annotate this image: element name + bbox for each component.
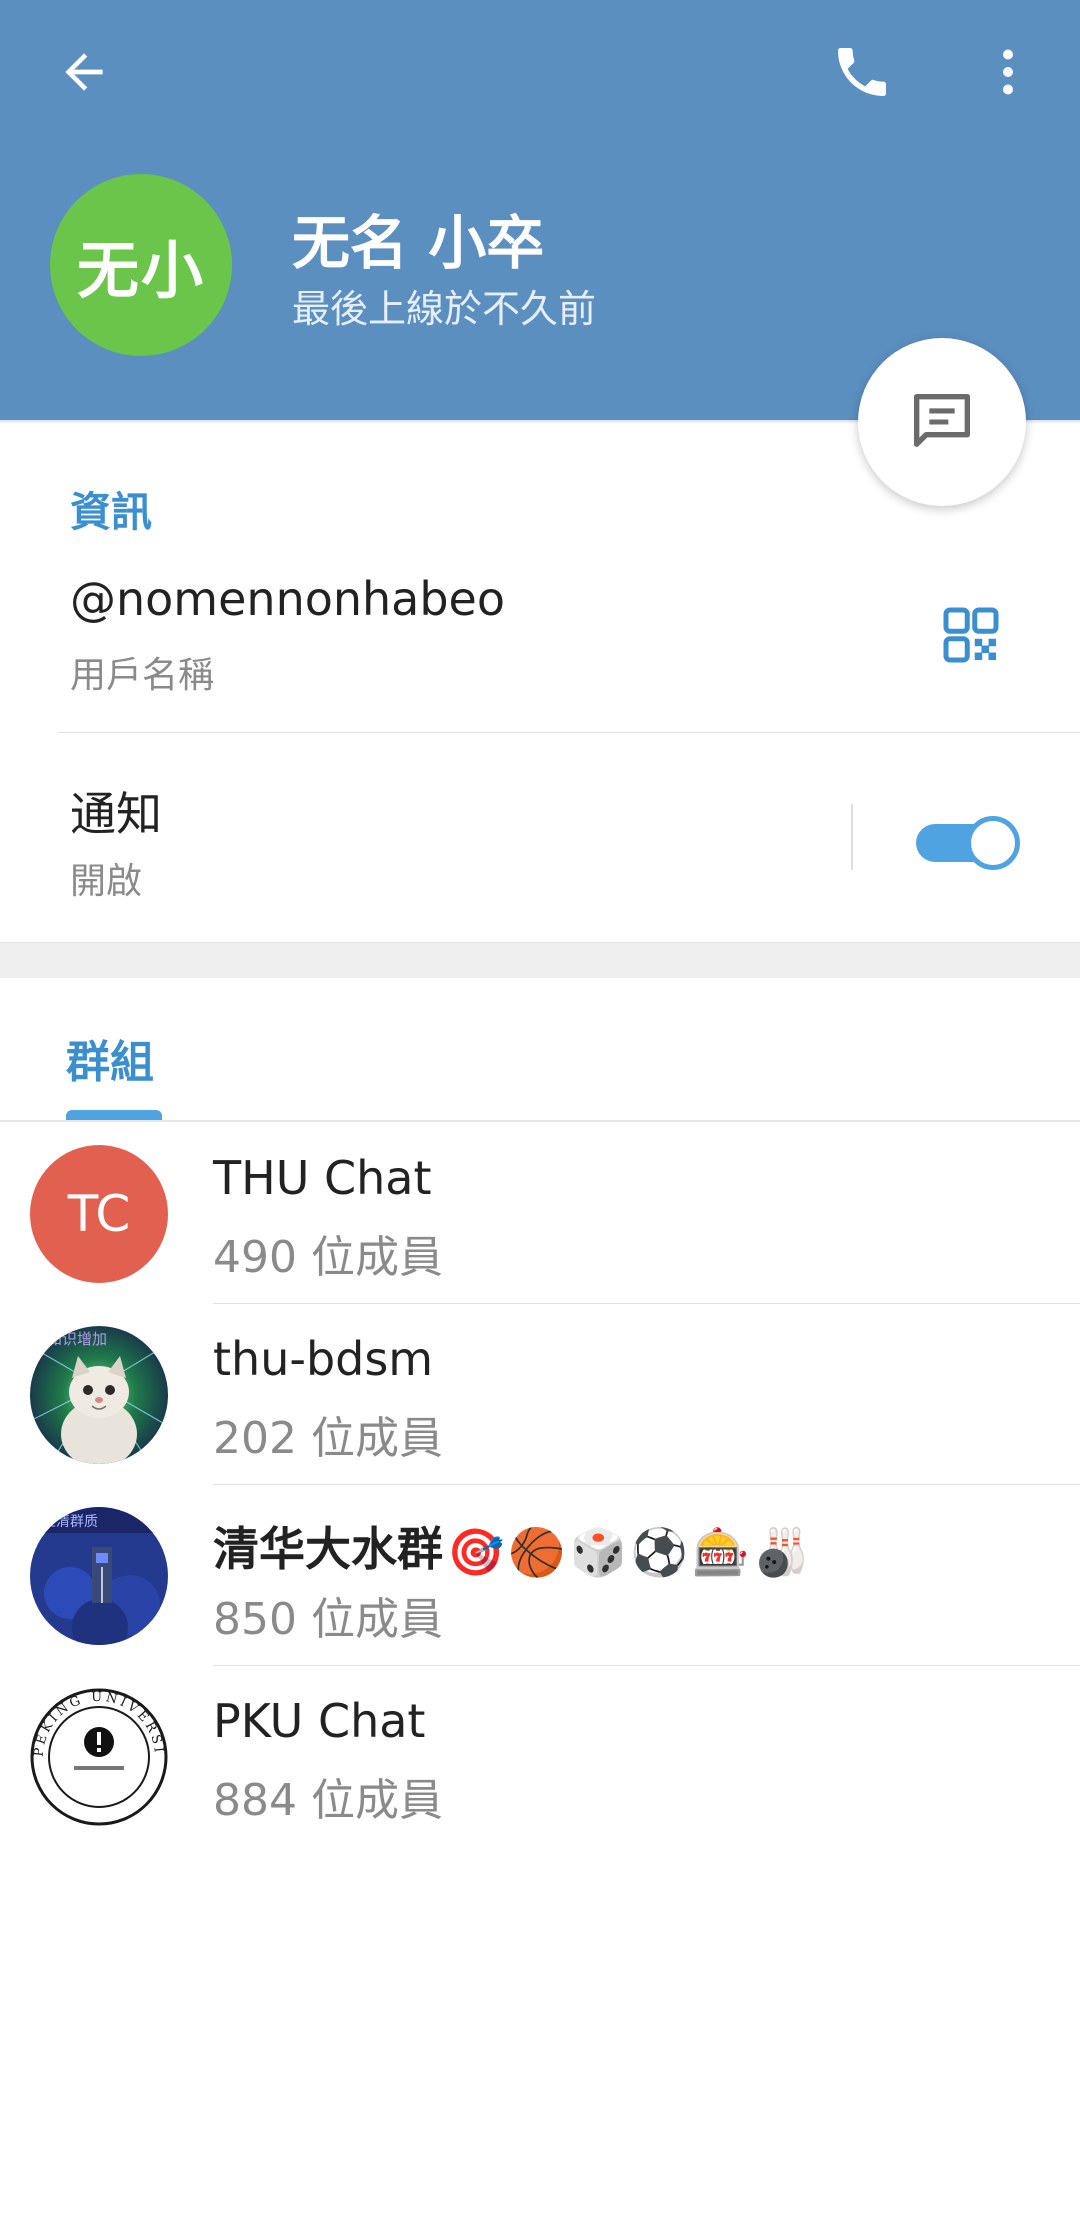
send-message-button[interactable] — [858, 338, 1026, 506]
profile-avatar[interactable]: 无小 — [50, 174, 232, 356]
arrow-left-icon — [65, 53, 103, 91]
dice-emoji-icon: 🎲 — [569, 1525, 627, 1579]
more-vertical-icon — [1003, 49, 1013, 95]
group-name-emojis: 🎯 🏀 🎲 ⚽ 🎰 🎳 — [447, 1525, 811, 1580]
group-item-thu-chat[interactable]: TC THU Chat 490 位成員 — [0, 1123, 1080, 1304]
call-button[interactable] — [812, 22, 912, 122]
back-button[interactable] — [34, 22, 134, 122]
qr-code-icon — [943, 607, 999, 663]
bowling-emoji-icon: 🎳 — [753, 1525, 811, 1579]
group-avatar: TC — [30, 1145, 168, 1283]
basketball-emoji-icon: 🏀 — [508, 1525, 566, 1579]
more-options-button[interactable] — [958, 22, 1058, 122]
notifications-separator — [851, 804, 853, 870]
avatar-overlay-text: 的知识增加 — [32, 1330, 107, 1348]
last-seen-status: 最後上線於不久前 — [292, 287, 597, 331]
group-name-text: 清华大水群 — [213, 1522, 443, 1576]
member-count: 490 位成員 — [213, 1232, 443, 1283]
member-count: 202 位成員 — [213, 1413, 443, 1464]
slot-machine-emoji-icon: 🎰 — [692, 1525, 750, 1579]
tab-groups[interactable]: 群組 — [66, 1026, 154, 1090]
group-avatar: 立清群质 — [30, 1507, 168, 1645]
avatar-overlay-text: 立清群质 — [42, 1514, 98, 1530]
soccer-emoji-icon: ⚽ — [630, 1525, 689, 1579]
username-value[interactable]: @nomennonhabeo — [70, 572, 505, 626]
notifications-state: 開啟 — [70, 861, 143, 902]
group-name: PKU Chat — [213, 1694, 426, 1748]
group-item-pku-chat[interactable]: PEKING UNIVERSITY 1898 PKU Chat 884 位成員 — [0, 1666, 1080, 1847]
phone-icon — [838, 48, 886, 96]
toggle-knob — [966, 816, 1020, 870]
group-name: thu-bdsm — [213, 1332, 434, 1386]
group-avatar: PEKING UNIVERSITY 1898 — [30, 1688, 168, 1826]
group-name: THU Chat — [213, 1151, 432, 1205]
profile-name: 无名 小卒 — [292, 209, 545, 277]
info-divider — [58, 732, 1080, 733]
dart-emoji-icon: 🎯 — [447, 1525, 505, 1579]
username-label: 用戶名稱 — [70, 655, 215, 696]
info-section-title: 資訊 — [70, 488, 152, 536]
message-icon — [913, 393, 971, 447]
tab-bar-divider — [0, 1120, 1080, 1122]
group-name: 清华大水群 🎯 🏀 🎲 ⚽ 🎰 🎳 — [213, 1513, 811, 1580]
group-avatar: 的知识增加 — [30, 1326, 168, 1464]
notifications-title[interactable]: 通知 — [70, 778, 162, 844]
tab-indicator — [66, 1110, 162, 1120]
member-count: 884 位成員 — [213, 1775, 443, 1826]
notifications-toggle[interactable] — [914, 810, 1020, 870]
qr-code-button[interactable] — [926, 590, 1016, 680]
group-item-tsinghua-water[interactable]: 立清群质 清华大水群 🎯 🏀 🎲 ⚽ 🎰 🎳 850 位成員 — [0, 1485, 1080, 1666]
group-item-thu-bdsm[interactable]: 的知识增加 thu-bdsm 202 位成員 — [0, 1304, 1080, 1485]
section-gap — [0, 942, 1080, 978]
member-count: 850 位成員 — [213, 1594, 443, 1645]
